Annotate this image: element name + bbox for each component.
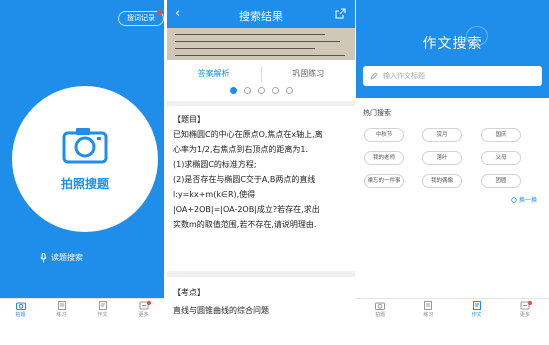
page-dot[interactable] xyxy=(271,87,279,94)
hot-chip[interactable]: 落叶 xyxy=(422,151,462,165)
search-placeholder: 输入作文标题 xyxy=(383,72,425,80)
tab-label: 作文 xyxy=(471,312,482,318)
microphone-icon xyxy=(40,252,47,262)
essay-icon xyxy=(472,301,481,310)
hot-chip[interactable]: 父母 xyxy=(481,151,521,165)
tab-label: 拍题 xyxy=(375,312,386,318)
practice-icon xyxy=(57,301,66,310)
tab-practice-more[interactable]: 巩固练习 xyxy=(260,66,356,82)
tab-label: 拍题 xyxy=(15,312,26,318)
history-button[interactable]: 搜词记录 xyxy=(118,10,164,26)
tab-label: 更多 xyxy=(138,312,149,318)
page-title: 作文搜索 xyxy=(422,36,483,52)
question-header: 【题目】 xyxy=(173,115,205,124)
page-indicator[interactable] xyxy=(167,87,355,94)
hot-chip[interactable]: 难忘的一件事 xyxy=(364,174,404,188)
notification-dot xyxy=(146,301,151,305)
capture-label: 拍照搜题 xyxy=(60,177,109,191)
tab-capture[interactable]: 拍题 xyxy=(356,299,404,320)
tab-label: 更多 xyxy=(519,312,530,318)
camera-icon xyxy=(62,128,108,164)
question-line: 已知椭圆C的中心在原点O,焦点在x轴上,离 xyxy=(173,130,323,139)
page-dot[interactable] xyxy=(229,87,237,94)
page-title: 搜索结果 xyxy=(239,10,283,23)
hot-chip[interactable]: 我的偶像 xyxy=(422,174,462,188)
result-tabs: 答案解析 巩固练习 xyxy=(167,66,355,82)
hot-chip[interactable]: 国庆 xyxy=(481,128,521,142)
essay-header: 作文搜索 输入作文标题 xyxy=(356,0,549,98)
history-button-label: 搜词记录 xyxy=(127,14,155,22)
essay-icon xyxy=(98,301,107,310)
question-line: (1)求椭圆C的标准方程; xyxy=(173,160,257,169)
notification-dot xyxy=(527,301,532,305)
question-line: (2)是否存在与椭圆C交于A,B两点的直线 xyxy=(173,175,316,184)
hot-chip[interactable]: 赏月 xyxy=(422,128,462,142)
question-line: 实数m的取值范围,若不存在,请说明理由. xyxy=(173,220,317,229)
screenshot-collage: 搜词记录 拍照搜题 读题搜索 拍题 练习 作文 更多 ‹ 搜索结果 答案解析 巩… xyxy=(0,0,549,345)
tab-more[interactable]: 更多 xyxy=(501,299,549,320)
page-dot[interactable] xyxy=(243,87,251,94)
tab-practice[interactable]: 练习 xyxy=(41,299,82,320)
notification-dot xyxy=(157,10,162,15)
pencil-icon xyxy=(370,72,378,80)
page-dot[interactable] xyxy=(257,87,265,94)
camera-tab-icon xyxy=(15,302,26,310)
practice-icon xyxy=(424,301,433,310)
knowledge-point-card: 【考点】 直线与圆锥曲线的综合问题 xyxy=(167,271,355,320)
knowledge-text: 直线与圆锥曲线的综合问题 xyxy=(173,306,269,315)
refresh-button[interactable]: 换一换 xyxy=(511,195,537,204)
search-result-screen: ‹ 搜索结果 答案解析 巩固练习 【题目】 已知椭圆C的中心在原点O,焦点在x轴… xyxy=(167,0,355,320)
tab-practice[interactable]: 练习 xyxy=(404,299,452,320)
read-search-label: 读题搜索 xyxy=(51,253,83,262)
tab-label: 作文 xyxy=(97,312,108,318)
tab-label: 练习 xyxy=(56,312,67,318)
knowledge-header: 【考点】 xyxy=(173,288,205,297)
tab-essay[interactable]: 作文 xyxy=(453,299,501,320)
question-line: |OA+2OB|=|OA-2OB|成立?若存在,求出 xyxy=(173,205,320,214)
page-dot[interactable] xyxy=(285,87,293,94)
question-line: 心率为1/2,右焦点到右顶点的距离为1. xyxy=(173,145,309,154)
question-card: 【题目】 已知椭圆C的中心在原点O,焦点在x轴上,离 心率为1/2,右焦点到右顶… xyxy=(167,101,355,265)
question-line: l:y=kx+m(k∈R),使得 xyxy=(173,190,256,199)
question-photo xyxy=(167,28,355,60)
refresh-icon xyxy=(511,196,517,203)
essay-search-input[interactable]: 输入作文标题 xyxy=(363,66,542,86)
capture-screen: 搜词记录 拍照搜题 读题搜索 拍题 练习 作文 更多 xyxy=(0,0,164,320)
capture-button[interactable]: 拍照搜题 xyxy=(12,86,158,232)
tab-bar: 拍题 练习 作文 更多 xyxy=(356,298,549,320)
tab-answer[interactable]: 答案解析 xyxy=(167,66,261,82)
hot-chip[interactable]: 我的老师 xyxy=(364,151,404,165)
refresh-label: 换一换 xyxy=(518,197,537,204)
essay-search-screen: 作文搜索 输入作文标题 热门搜索 中秋节 赏月 国庆 我的老师 落叶 父母 难忘… xyxy=(356,0,549,320)
tab-label: 练习 xyxy=(423,312,434,318)
share-icon[interactable] xyxy=(335,8,346,19)
hot-chip[interactable]: 中秋节 xyxy=(364,128,404,142)
tab-more[interactable]: 更多 xyxy=(123,299,164,320)
read-search-button[interactable]: 读题搜索 xyxy=(40,252,83,263)
nav-bar: ‹ 搜索结果 xyxy=(167,0,355,28)
tab-essay[interactable]: 作文 xyxy=(82,299,123,320)
tab-bar: 拍题 练习 作文 更多 xyxy=(0,298,164,320)
hot-search-label: 热门搜索 xyxy=(363,109,391,117)
hot-chip[interactable]: 团圆 xyxy=(481,174,521,188)
tab-capture[interactable]: 拍题 xyxy=(0,299,41,320)
camera-tab-icon xyxy=(375,302,386,310)
